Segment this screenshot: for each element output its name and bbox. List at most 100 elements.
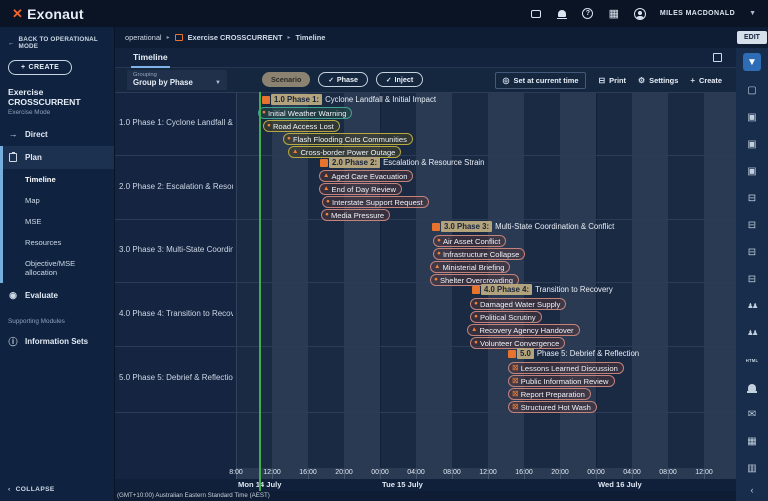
timezone-label: (GMT+10:00) Australian Eastern Standard … <box>117 492 270 499</box>
sidebar-item-plan[interactable]: Plan <box>0 146 114 169</box>
arrow-right-icon: → <box>8 129 18 139</box>
breadcrumb-operational[interactable]: operational <box>125 33 162 42</box>
phase-bar[interactable]: 2.0 Phase 2:Escalation & Resource Strain <box>320 157 485 168</box>
chip-phase[interactable]: ✓Phase <box>318 72 368 87</box>
person-icon: ● <box>474 301 478 308</box>
inject-pill[interactable]: ●Interstate Support Request <box>322 196 429 208</box>
breadcrumb-exercise[interactable]: Exercise CROSSCURRENT <box>188 33 283 42</box>
axis-tick-label: 20:00 <box>329 469 359 476</box>
person-icon: ● <box>325 212 329 219</box>
sidebar-item-map[interactable]: Map <box>0 190 114 211</box>
inject-pill[interactable]: ▲Aged Care Evacuation <box>319 170 413 182</box>
inject-pill[interactable]: ●Infrastructure Collapse <box>433 248 525 260</box>
chip-inject[interactable]: ✓Inject <box>376 72 423 87</box>
sidebar-item-evaluate[interactable]: ◉ Evaluate <box>0 283 114 308</box>
inject-pill[interactable]: ●Air Asset Conflict <box>433 235 506 247</box>
axis-tick-label: 00:00 <box>581 469 611 476</box>
warning-icon: ▲ <box>292 149 298 156</box>
row-label: 5.0 Phase 5: Debrief & Reflection <box>119 373 233 382</box>
filter-chips: Scenario ✓Phase ✓Inject <box>262 72 423 87</box>
row-separator <box>115 346 736 347</box>
inject-pill[interactable]: ⊠Public Information Review <box>508 375 615 387</box>
fullscreen-icon[interactable] <box>713 53 722 62</box>
inject-pill[interactable]: ●Media Pressure <box>321 209 390 221</box>
breadcrumb-timeline[interactable]: Timeline <box>296 33 326 42</box>
target-icon: ◎ <box>503 76 510 85</box>
sidebar-item-information-sets[interactable]: ⓘ Information Sets <box>0 328 114 355</box>
grouping-dropdown[interactable]: Grouping Group by Phase ▼ <box>127 70 227 90</box>
row-label: 1.0 Phase 1: Cyclone Landfall & Initia.. <box>119 118 233 127</box>
tab-timeline[interactable]: Timeline <box>131 48 170 68</box>
person-icon: ● <box>287 136 291 143</box>
sidebar-item-direct[interactable]: → Direct <box>0 122 114 146</box>
edit-button[interactable]: EDIT <box>737 31 767 44</box>
chat-icon[interactable] <box>530 8 542 20</box>
inject-pill[interactable]: ●Damaged Water Supply <box>470 298 566 310</box>
row-separator <box>115 412 736 413</box>
archive-icon[interactable]: ⊟ <box>743 217 761 233</box>
html-icon[interactable]: HTML <box>743 352 761 368</box>
sidebar-item-objective-mse-allocation[interactable]: Objective/MSE allocation <box>0 253 114 283</box>
sidebar-item-mse[interactable]: MSE <box>0 211 114 232</box>
book-icon[interactable]: ▥ <box>743 460 761 476</box>
phase-bar[interactable]: 1.0 Phase 1:Cyclone Landfall & Initial I… <box>262 94 436 105</box>
phase-icon <box>472 286 480 294</box>
plus-icon: + <box>21 64 26 71</box>
right-rail-icons: ▼ ▢ ▣ ▣ ▣ ⊟ ⊟ ⊟ ⊟ ♟♟ ♟♟ HTML ✉ ▦ ▥ ‹ <box>736 48 768 501</box>
bell-icon[interactable] <box>556 8 568 20</box>
grouping-value: Group by Phase <box>133 78 193 87</box>
current-time-line <box>259 92 261 491</box>
person-icon: ● <box>474 340 478 347</box>
exercise-window-icon <box>175 34 183 41</box>
axis-tick-label: 16:00 <box>293 469 323 476</box>
archive-icon[interactable]: ⊟ <box>743 244 761 260</box>
card-icon[interactable]: ▣ <box>743 163 761 179</box>
sidebar-item-resources[interactable]: Resources <box>0 232 114 253</box>
inject-pill[interactable]: ●Road Access Lost <box>263 120 340 132</box>
row-label: 4.0 Phase 4: Transition to Recovery <box>119 309 233 318</box>
inject-pill[interactable]: ●Flash Flooding Cuts Communities <box>283 133 413 145</box>
create-inject-button[interactable]: + Create <box>690 76 722 85</box>
print-button[interactable]: ⊟ Print <box>598 76 626 85</box>
inject-pill[interactable]: ●Political Scrutiny <box>470 311 542 323</box>
app-logo[interactable]: ✕ Exonaut <box>12 6 84 22</box>
archive-icon[interactable]: ⊟ <box>743 271 761 287</box>
set-at-current-time-button[interactable]: ◎ Set at current time <box>495 72 587 89</box>
bell-icon[interactable] <box>743 379 761 395</box>
archive-icon[interactable]: ⊟ <box>743 190 761 206</box>
phase-bar[interactable]: 3.0 Phase 3:Multi-State Coordination & C… <box>432 221 614 232</box>
image-icon[interactable]: ▦ <box>743 433 761 449</box>
document-icon[interactable]: ▢ <box>743 82 761 98</box>
filter-icon[interactable]: ▼ <box>743 53 761 71</box>
axis-tick-label: 08:00 <box>653 469 683 476</box>
phase-bar[interactable]: 5.0Phase 5: Debrief & Reflection <box>508 348 639 359</box>
apps-icon[interactable]: ▦ <box>608 8 620 20</box>
chevron-down-icon[interactable]: ▼ <box>749 10 756 17</box>
inject-pill[interactable]: ⊠Lessons Learned Discussion <box>508 362 624 374</box>
inject-pill[interactable]: ⊠Structured Hot Wash <box>508 401 597 413</box>
phase-bar[interactable]: 4.0 Phase 4:Transition to Recovery <box>472 284 613 295</box>
settings-button[interactable]: ⚙ Settings <box>638 76 678 85</box>
chip-scenario[interactable]: Scenario <box>262 72 310 87</box>
main-area: operational ▸ Exercise CROSSCURRENT ▸ Ti… <box>115 27 736 501</box>
user-name[interactable]: MILES MACDONALD <box>660 10 735 17</box>
inject-pill[interactable]: ●Initial Weather Warning <box>258 107 352 119</box>
rail-collapse-chevron[interactable]: ‹ <box>736 485 768 495</box>
inject-pill[interactable]: ▲Ministerial Briefing <box>430 261 510 273</box>
users-icon[interactable]: ♟♟ <box>743 298 761 314</box>
inject-pill[interactable]: ▲Recovery Agency Handover <box>467 324 580 336</box>
avatar-icon[interactable] <box>634 8 646 20</box>
back-to-operational-mode[interactable]: ← BACK TO OPERATIONAL MODE <box>0 27 114 52</box>
axis-tick-label: 8:00 <box>221 469 251 476</box>
card-icon[interactable]: ▣ <box>743 136 761 152</box>
sidebar-collapse-button[interactable]: ‹ COLLAPSE <box>0 478 114 501</box>
sidebar-item-timeline[interactable]: Timeline <box>0 169 114 190</box>
inject-pill[interactable]: ⊠Report Preparation <box>508 388 591 400</box>
create-button[interactable]: + CREATE <box>8 60 72 75</box>
mail-icon[interactable]: ✉ <box>743 406 761 422</box>
person-icon: ● <box>434 277 438 284</box>
card-icon[interactable]: ▣ <box>743 109 761 125</box>
inject-pill[interactable]: ▲End of Day Review <box>319 183 402 195</box>
users-icon[interactable]: ♟♟ <box>743 325 761 341</box>
help-icon[interactable]: ? <box>582 8 594 20</box>
